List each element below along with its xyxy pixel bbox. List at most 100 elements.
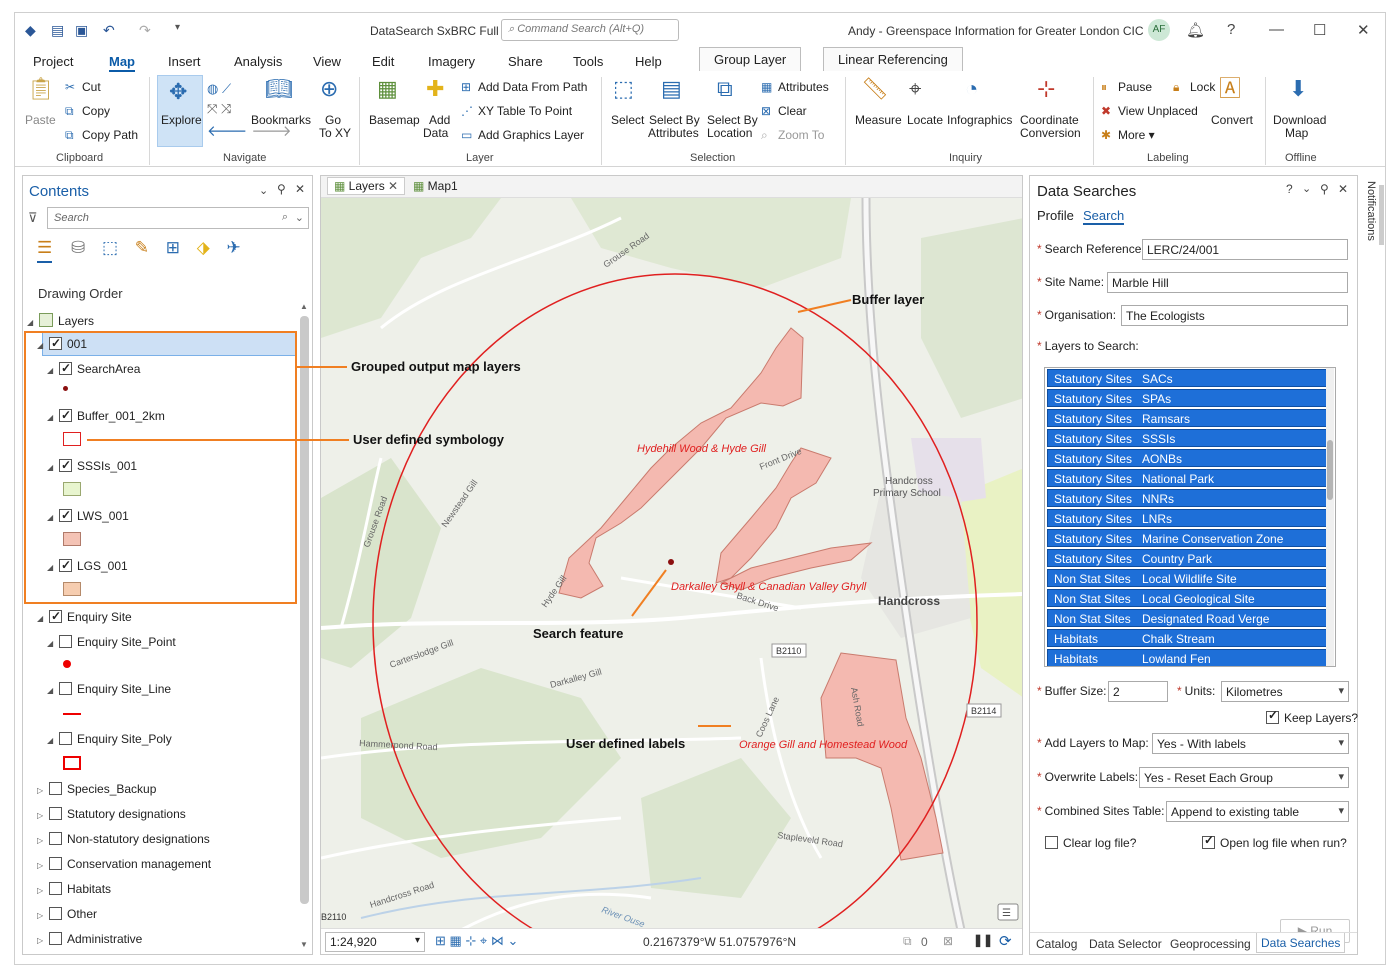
avatar[interactable]: AF xyxy=(1148,19,1170,41)
list-item[interactable]: Non Stat Sites Local Wildlife Site xyxy=(1047,569,1331,587)
notifications-bell-icon[interactable]: 🔔︎ xyxy=(1186,21,1205,39)
list-item[interactable]: Statutory Sites NNRs xyxy=(1047,489,1331,507)
list-by-selection-icon[interactable]: ⬚ xyxy=(102,238,118,257)
map-extent-icon[interactable]: ⊠ xyxy=(943,934,953,948)
tab-catalog[interactable]: Catalog xyxy=(1036,937,1077,951)
tree-row-other[interactable]: ▷ Other xyxy=(37,905,97,923)
search-reference-input[interactable]: LERC/24/001 xyxy=(1142,239,1348,260)
go-to-xy-button[interactable]: Go xyxy=(325,113,341,127)
tab-data-selector[interactable]: Data Selector xyxy=(1089,937,1162,951)
copy-button[interactable]: ⧉ Copy xyxy=(65,104,110,119)
add-data-button[interactable]: Add xyxy=(429,113,450,127)
list-by-drawing-order-icon[interactable]: ☰ xyxy=(37,238,53,263)
redo-icon[interactable]: ↷ xyxy=(139,22,151,39)
checkbox[interactable] xyxy=(49,857,62,870)
add-data-from-path-button[interactable]: ⊞ Add Data From Path xyxy=(461,80,587,94)
select-by-location-button[interactable]: Select By xyxy=(707,113,758,127)
site-name-input[interactable]: Marble Hill xyxy=(1107,272,1348,293)
close-pane-icon[interactable]: ✕ xyxy=(1338,182,1348,196)
map-canvas[interactable]: Hydehill Wood & Hyde Gill Darkalley Ghyl… xyxy=(321,198,1023,930)
map-tools-icons[interactable]: ⊞ ▦ ⊹ ⌖ ⋈ ⌄ xyxy=(435,933,518,949)
overwrite-labels-select[interactable]: Yes - Reset Each Group xyxy=(1139,767,1349,788)
buffer-size-input[interactable]: 2 xyxy=(1108,681,1168,702)
list-item[interactable]: Non Stat Sites Designated Road Verge xyxy=(1047,609,1331,627)
collapse-icon[interactable]: ◢ xyxy=(27,314,37,332)
collapse-icon[interactable]: ◢ xyxy=(47,732,57,750)
checkbox[interactable] xyxy=(59,682,72,695)
checkbox[interactable] xyxy=(49,607,62,625)
checkbox[interactable] xyxy=(1202,833,1215,849)
maximize-icon[interactable]: ☐ xyxy=(1313,21,1326,39)
list-item[interactable]: Statutory Sites AONBs xyxy=(1047,449,1331,467)
select-button[interactable]: Select xyxy=(611,113,644,127)
save-icon[interactable]: ▣ xyxy=(75,22,88,39)
pin-icon[interactable]: ⚲ xyxy=(1320,182,1329,196)
scale-select[interactable]: 1:24,920 ▾ xyxy=(325,932,425,952)
paste-button[interactable]: Paste xyxy=(25,113,56,127)
notifications-side-tab[interactable]: Notifications xyxy=(1361,175,1385,955)
list-item[interactable]: Statutory Sites Country Park xyxy=(1047,549,1331,567)
zoom-full-extent-icon[interactable]: ◍ ⟋ xyxy=(207,81,231,97)
list-item[interactable]: Non Stat Sites Local Geological Site xyxy=(1047,589,1331,607)
list-item[interactable]: Statutory Sites LNRs xyxy=(1047,509,1331,527)
list-by-editing-icon[interactable]: ✎ xyxy=(135,238,149,257)
undo-icon[interactable]: ↶ xyxy=(103,22,115,39)
list-scrollbar[interactable] xyxy=(1326,368,1334,666)
tab-help[interactable]: Help xyxy=(635,54,662,69)
cut-button[interactable]: ✂ Cut xyxy=(65,80,101,94)
checkbox[interactable] xyxy=(1266,708,1279,724)
combined-sites-select[interactable]: Append to existing table xyxy=(1166,801,1349,822)
tab-linear-referencing[interactable]: Linear Referencing xyxy=(823,47,963,71)
list-by-source-icon[interactable]: ⛁ xyxy=(71,238,85,257)
fixed-zoom-icon[interactable]: ⤧ ⤨ xyxy=(207,101,231,117)
expand-icon[interactable]: ▷ xyxy=(37,782,47,800)
checkbox[interactable] xyxy=(1045,836,1058,849)
attributes-button[interactable]: ▦ Attributes xyxy=(761,80,829,94)
xy-table-to-point-button[interactable]: ⋰ XY Table To Point xyxy=(461,104,572,118)
tree-row-conservation[interactable]: ▷ Conservation management xyxy=(37,855,211,873)
basemap-button[interactable]: Basemap xyxy=(369,113,420,127)
filter-icon[interactable]: ⊽ xyxy=(28,210,38,226)
expand-icon[interactable]: ▷ xyxy=(37,882,47,900)
tree-row-enquiry-line[interactable]: ◢ Enquiry Site_Line xyxy=(47,680,171,698)
list-by-labeling-icon[interactable]: ⬗ xyxy=(197,238,210,257)
expand-icon[interactable]: ▷ xyxy=(37,907,47,925)
tree-row-administrative[interactable]: ▷ Administrative xyxy=(37,930,142,948)
tree-row-enquiry-poly[interactable]: ◢ Enquiry Site_Poly xyxy=(47,730,172,748)
tab-project[interactable]: Project xyxy=(33,54,73,69)
tab-view[interactable]: View xyxy=(313,54,341,69)
minimize-icon[interactable]: — xyxy=(1269,21,1284,38)
tree-row-habitats[interactable]: ▷ Habitats xyxy=(37,880,111,898)
tab-layers-view[interactable]: ▦ Layers ✕ xyxy=(327,177,406,195)
list-item[interactable]: Statutory Sites Marine Conservation Zone xyxy=(1047,529,1331,547)
tab-geoprocessing[interactable]: Geoprocessing xyxy=(1170,937,1251,951)
close-icon[interactable]: ✕ xyxy=(1357,21,1370,39)
list-item[interactable]: Statutory Sites SPAs xyxy=(1047,389,1331,407)
collapse-icon[interactable]: ◢ xyxy=(47,635,57,653)
clear-log-checkbox[interactable]: Clear log file? xyxy=(1045,836,1136,850)
close-pane-icon[interactable]: ✕ xyxy=(295,182,305,196)
expand-icon[interactable]: ▷ xyxy=(37,932,47,950)
tree-row-layers[interactable]: ◢ Layers xyxy=(27,312,94,330)
refresh-icon[interactable]: ⟳ xyxy=(999,932,1012,950)
select-by-attributes-button[interactable]: Select By xyxy=(649,113,700,127)
checkbox[interactable] xyxy=(49,907,62,920)
tab-analysis[interactable]: Analysis xyxy=(234,54,282,69)
tab-imagery[interactable]: Imagery xyxy=(428,54,475,69)
measure-button[interactable]: Measure xyxy=(855,113,902,127)
layers-to-search-list[interactable]: Statutory Sites SACs Statutory Sites SPAs … xyxy=(1044,367,1336,667)
convert-button[interactable]: Convert xyxy=(1211,113,1253,127)
locate-button[interactable]: Locate xyxy=(907,113,943,127)
tab-map1-view[interactable]: ▦ Map1 xyxy=(413,179,458,193)
tree-row-enquiry-site[interactable]: ◢ Enquiry Site xyxy=(37,607,132,626)
open-log-checkbox[interactable]: Open log file when run? xyxy=(1202,833,1347,850)
pane-options-icon[interactable]: ⌄ xyxy=(259,184,268,197)
checkbox[interactable] xyxy=(49,932,62,945)
tree-row-species-backup[interactable]: ▷ Species_Backup xyxy=(37,780,156,798)
list-scrollbar-thumb[interactable] xyxy=(1327,440,1333,500)
tab-profile[interactable]: Profile xyxy=(1037,208,1074,223)
tab-map[interactable]: Map xyxy=(109,54,135,72)
zoom-to-selection-button[interactable]: ⌕ Zoom To xyxy=(761,128,824,143)
contents-search-input[interactable]: Search ⌕ ⌄ xyxy=(47,207,309,229)
add-layers-select[interactable]: Yes - With labels xyxy=(1152,733,1349,754)
